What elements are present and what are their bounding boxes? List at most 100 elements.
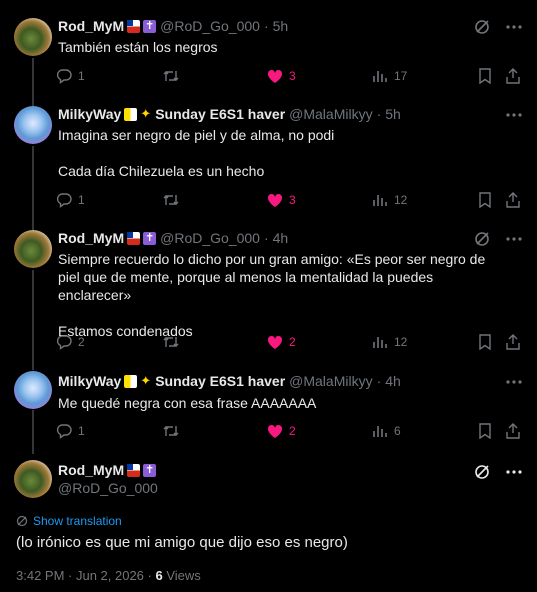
user-handle[interactable]: @MalaMilkyy <box>289 106 372 122</box>
views-button[interactable]: 17 <box>372 68 407 84</box>
reply-icon <box>56 69 72 84</box>
cross-icon: ✝ <box>143 19 157 33</box>
more-icon[interactable] <box>505 463 523 481</box>
views-count: 12 <box>394 335 408 349</box>
grok-icon[interactable] <box>473 230 491 248</box>
user-handle[interactable]: @MalaMilkyy <box>289 373 372 389</box>
views-button[interactable]: 12 <box>372 192 407 208</box>
like-count: 2 <box>289 424 296 438</box>
retweet-button[interactable] <box>162 68 186 84</box>
grok-icon[interactable] <box>473 18 491 36</box>
display-name-suffix[interactable]: Sunday E6S1 haver <box>155 373 285 389</box>
chile-flag-icon <box>127 463 141 477</box>
more-icon[interactable] <box>505 373 523 391</box>
like-count: 3 <box>289 69 296 83</box>
user-handle[interactable]: @RoD_Go_000 <box>160 18 260 34</box>
tweet-top-icons <box>505 373 523 391</box>
share-button[interactable] <box>505 334 521 350</box>
vatican-flag-icon <box>124 374 138 388</box>
reply-icon <box>56 193 72 208</box>
retweet-button[interactable] <box>162 334 186 350</box>
share-button[interactable] <box>505 423 521 439</box>
tweet-line: Imagina ser negro de piel y de alma, no … <box>58 127 335 143</box>
avatar[interactable] <box>14 460 52 498</box>
display-name[interactable]: Rod_MyM <box>58 230 124 246</box>
views-button[interactable]: 12 <box>372 334 407 350</box>
bookmark-button[interactable] <box>478 334 492 350</box>
show-translation-link[interactable]: Show translation <box>16 514 122 528</box>
reply-icon <box>56 335 72 350</box>
vatican-flag-icon <box>124 107 138 121</box>
timestamp[interactable]: 5h <box>273 18 289 34</box>
avatar[interactable] <box>14 230 52 268</box>
tweet-header: Rod_MyM ✝ @RoD_Go_000 · 5h <box>58 18 288 34</box>
avatar[interactable] <box>14 106 52 144</box>
like-count: 2 <box>289 335 296 349</box>
display-name[interactable]: Rod_MyM <box>58 462 124 478</box>
thread-line <box>32 410 34 454</box>
user-handle[interactable]: @RoD_Go_000 <box>160 230 260 246</box>
user-handle[interactable]: @RoD_Go_000 <box>58 480 158 496</box>
views-count: 6 <box>155 568 163 583</box>
thread-line <box>32 58 34 106</box>
tweet-header: Rod_MyM ✝ <box>58 462 157 478</box>
share-button[interactable] <box>505 68 521 84</box>
views-icon <box>373 195 387 206</box>
reply-button[interactable]: 1 <box>56 68 85 84</box>
retweet-icon <box>163 71 179 81</box>
avatar[interactable] <box>14 371 52 409</box>
bookmark-button[interactable] <box>478 68 492 84</box>
reply-button[interactable]: 1 <box>56 192 85 208</box>
views-icon <box>373 71 387 82</box>
bookmark-button[interactable] <box>478 423 492 439</box>
retweet-button[interactable] <box>162 192 186 208</box>
tweet-text: Imagina ser negro de piel y de alma, no … <box>58 126 498 180</box>
like-button[interactable]: 2 <box>267 335 296 350</box>
tweet-timestamp[interactable]: 3:42 PM · Jun 2, 2026 · <box>16 568 155 583</box>
like-button[interactable]: 3 <box>267 193 296 208</box>
tweet-line: Cada día Chilezuela es un hecho <box>58 163 265 179</box>
tweet-top-icons <box>473 463 523 481</box>
timestamp[interactable]: 5h <box>385 106 401 122</box>
avatar[interactable] <box>14 18 52 56</box>
reply-button[interactable]: 1 <box>56 423 85 439</box>
tweet-actions: 2 2 12 <box>56 332 524 352</box>
bookmark-icon <box>479 68 491 84</box>
bookmark-icon <box>479 423 491 439</box>
display-name[interactable]: Rod_MyM <box>58 18 124 34</box>
separator-dot: · <box>376 373 382 389</box>
more-icon[interactable] <box>505 230 523 248</box>
tweet-top-icons <box>473 18 523 36</box>
retweet-icon <box>163 337 179 347</box>
tweet-text: Siempre recuerdo lo dicho por un gran am… <box>58 250 498 340</box>
like-button[interactable]: 3 <box>267 69 296 84</box>
display-name-suffix[interactable]: Sunday E6S1 haver <box>155 106 285 122</box>
timestamp[interactable]: 4h <box>385 373 401 389</box>
retweet-icon <box>163 426 179 436</box>
tweet-actions: 1 3 17 <box>56 66 524 86</box>
tweet-line: También están los negros <box>58 39 218 55</box>
chile-flag-icon <box>127 19 141 33</box>
display-name[interactable]: MilkyWay <box>58 106 121 122</box>
bookmark-button[interactable] <box>478 192 492 208</box>
views-label: Views <box>162 568 201 583</box>
heart-icon <box>267 69 283 83</box>
grok-icon[interactable] <box>473 463 491 481</box>
retweet-button[interactable] <box>162 423 186 439</box>
share-icon <box>506 68 520 84</box>
more-icon[interactable] <box>505 106 523 124</box>
retweet-icon <box>163 195 179 205</box>
thread-line <box>32 270 34 370</box>
views-icon <box>373 426 387 437</box>
timestamp[interactable]: 4h <box>273 230 289 246</box>
reply-button[interactable]: 2 <box>56 334 85 350</box>
like-button[interactable]: 2 <box>267 424 296 439</box>
display-name[interactable]: MilkyWay <box>58 373 121 389</box>
reply-count: 1 <box>78 69 85 83</box>
reply-icon <box>56 424 72 439</box>
more-icon[interactable] <box>505 18 523 36</box>
share-button[interactable] <box>505 192 521 208</box>
views-button[interactable]: 6 <box>372 423 401 439</box>
reply-count: 2 <box>78 335 85 349</box>
show-translation-label: Show translation <box>33 514 122 528</box>
